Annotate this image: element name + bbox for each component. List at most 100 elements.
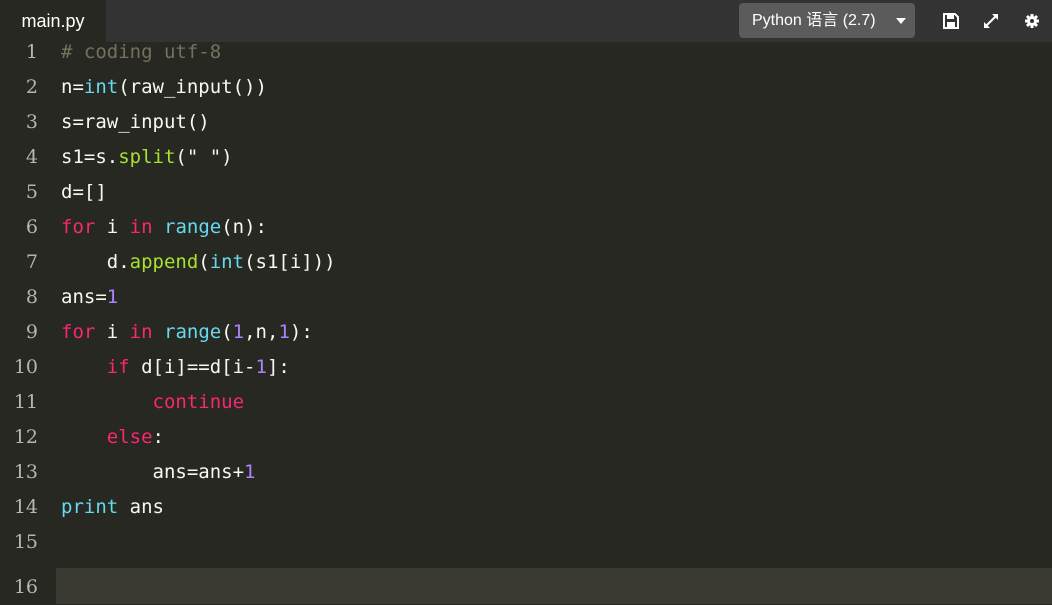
code-line[interactable]: 6 for i in range(n): — [0, 210, 1052, 245]
settings-button[interactable] — [1021, 10, 1043, 32]
code-token: ans — [118, 496, 164, 518]
line-code: s1=s.split(" ") — [61, 140, 233, 175]
line-number: 15 — [13, 531, 38, 553]
code-line[interactable]: 10 if d[i]==d[i-1]: — [0, 350, 1052, 385]
code-token: d[i]==d[i- — [129, 356, 256, 378]
code-line[interactable]: 2 n=int(raw_input()) — [0, 70, 1052, 105]
code-line[interactable]: 12 else: — [0, 420, 1052, 455]
save-icon — [943, 13, 959, 29]
code-token: append — [129, 251, 199, 273]
code-line[interactable]: 1 # coding utf-8 — [0, 35, 1052, 70]
code-token: int — [209, 251, 245, 273]
code-line[interactable]: 16 — [0, 570, 1052, 605]
line-number: 14 — [13, 496, 38, 518]
code-token: ): — [289, 321, 313, 343]
line-number: 5 — [25, 181, 38, 203]
save-button[interactable] — [940, 10, 962, 32]
code-token: 1 — [244, 461, 256, 483]
code-token: i — [95, 216, 130, 238]
code-token: i — [95, 321, 130, 343]
line-code: continue — [61, 385, 245, 420]
code-line[interactable]: 9 for i in range(1,n,1): — [0, 315, 1052, 350]
code-token: (raw_input()) — [118, 76, 267, 98]
line-number: 3 — [25, 111, 38, 133]
code-line[interactable]: 7 d.append(int(s1[i])) — [0, 245, 1052, 280]
code-token: n= — [61, 76, 84, 98]
expand-icon — [984, 14, 998, 28]
line-code: for i in range(1,n,1): — [61, 315, 313, 350]
code-token: s=raw_input() — [61, 111, 210, 133]
code-area[interactable]: 1 # coding utf-8 2 n=int(raw_input()) 3 s=raw… — [0, 41, 1052, 604]
code-token: d=[] — [61, 181, 107, 203]
code-token: (" ") — [175, 146, 233, 168]
code-token: ,n, — [244, 321, 279, 343]
code-token: s1=s. — [61, 146, 119, 168]
language-select[interactable]: Python 语言 (2.7) — [739, 3, 915, 38]
line-number: 9 — [25, 321, 38, 343]
code-line[interactable]: 11 continue — [0, 385, 1052, 420]
code-token: ans=ans+ — [61, 461, 245, 483]
code-token: 1 — [255, 356, 267, 378]
code-token: ans= — [61, 286, 107, 308]
code-line[interactable]: 15 — [0, 525, 1052, 560]
code-editor-app: main.py Python 语言 (2.7) 1 # coding utf-8… — [0, 0, 1052, 604]
code-line[interactable]: 13 ans=ans+1 — [0, 455, 1052, 490]
code-token: print — [61, 496, 119, 518]
code-line[interactable]: 3 s=raw_input() — [0, 105, 1052, 140]
line-code: print ans — [61, 490, 164, 525]
line-number: 10 — [13, 356, 38, 378]
line-number: 7 — [25, 251, 38, 273]
line-code: ans=1 — [61, 280, 118, 315]
code-token: : — [152, 426, 164, 448]
fullscreen-button[interactable] — [980, 10, 1002, 32]
code-token: d. — [61, 251, 130, 273]
code-token: (s1[i])) — [244, 251, 336, 273]
line-number: 12 — [13, 426, 38, 448]
code-token: in — [129, 321, 153, 343]
code-token: for — [61, 216, 96, 238]
line-code: ans=ans+1 — [61, 455, 256, 490]
code-token: 1 — [278, 321, 290, 343]
line-number: 13 — [13, 461, 38, 483]
line-number: 6 — [25, 216, 38, 238]
code-token: int — [83, 76, 119, 98]
code-line[interactable]: 4 s1=s.split(" ") — [0, 140, 1052, 175]
code-token: for — [61, 321, 96, 343]
code-token: 1 — [106, 286, 119, 308]
line-code: d.append(int(s1[i])) — [61, 245, 336, 280]
line-number: 2 — [25, 76, 38, 98]
code-token: ( — [221, 321, 233, 343]
line-number: 11 — [13, 391, 38, 413]
code-token: continue — [152, 391, 245, 413]
code-token: range — [164, 216, 222, 238]
code-token: split — [118, 146, 176, 168]
code-token: 1 — [232, 321, 245, 343]
line-number: 1 — [25, 41, 38, 63]
language-select-label: Python 语言 (2.7) — [752, 12, 876, 29]
line-code: n=int(raw_input()) — [61, 70, 267, 105]
line-code: d=[] — [61, 175, 107, 210]
chevron-down-icon — [896, 18, 906, 24]
code-token: else — [106, 426, 153, 448]
line-number: 8 — [25, 286, 38, 308]
code-line[interactable]: 14 print ans — [0, 490, 1052, 525]
code-token: if — [106, 356, 130, 378]
code-token: ]: — [266, 356, 290, 378]
code-token: in — [129, 216, 153, 238]
code-line[interactable]: 8 ans=1 — [0, 280, 1052, 315]
code-token: ( — [198, 251, 210, 273]
code-token: (n): — [221, 216, 267, 238]
line-code: else: — [61, 420, 164, 455]
line-code: for i in range(n): — [61, 210, 267, 245]
code-line[interactable]: 5 d=[] — [0, 175, 1052, 210]
code-token: # coding utf-8 — [61, 41, 222, 63]
gear-icon — [1025, 14, 1039, 28]
line-number: 4 — [25, 146, 38, 168]
line-code: if d[i]==d[i-1]: — [61, 350, 290, 385]
code-token: range — [164, 321, 222, 343]
